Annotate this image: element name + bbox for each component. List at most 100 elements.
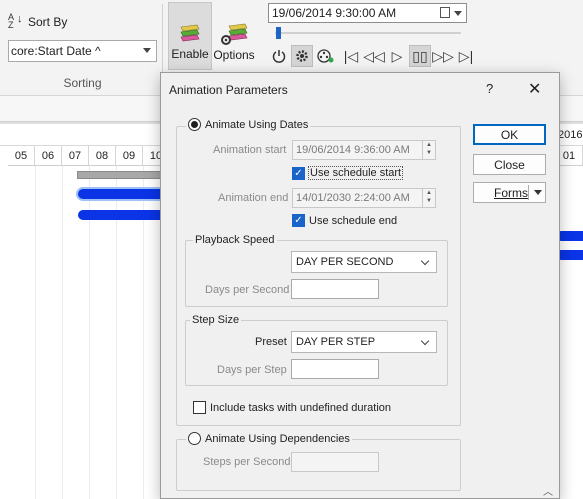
day-header: 09 bbox=[116, 146, 143, 166]
steps-per-second-input bbox=[291, 452, 379, 472]
datetime-value: 19/06/2014 9:30:00 AM bbox=[272, 6, 397, 20]
use-schedule-end-checkbox[interactable]: ✓ bbox=[292, 214, 305, 227]
use-schedule-start-label: Use schedule start bbox=[308, 166, 404, 180]
power-icon bbox=[272, 50, 286, 63]
preset-label: Preset bbox=[255, 336, 287, 348]
pause-icon: ▯▯ bbox=[412, 47, 428, 64]
task-bar[interactable] bbox=[78, 189, 168, 199]
include-undefined-checkbox[interactable] bbox=[193, 401, 206, 414]
use-schedule-start-option[interactable]: ✓ Use schedule start bbox=[292, 166, 404, 180]
task-bar[interactable] bbox=[556, 231, 583, 241]
task-bar[interactable] bbox=[556, 250, 583, 260]
day-header: 07 bbox=[62, 146, 89, 166]
playback-speed-label: Playback Speed bbox=[193, 234, 277, 246]
record-button[interactable] bbox=[314, 45, 336, 67]
go-to-start-button[interactable]: |◁ bbox=[340, 45, 362, 67]
animation-end-label: Animation end bbox=[218, 192, 289, 204]
options-button[interactable]: Options bbox=[212, 2, 256, 70]
rewind-icon: ◁◁ bbox=[363, 47, 385, 64]
spin-arrows-icon: ▲ ▼ bbox=[422, 189, 435, 207]
close-icon[interactable]: ✕ bbox=[528, 79, 541, 99]
sort-field-value: core:Start Date ^ bbox=[11, 44, 101, 58]
animate-dependencies-label: Animate Using Dependencies bbox=[205, 432, 350, 445]
days-per-second-input[interactable] bbox=[291, 279, 379, 299]
animation-start-field: 19/06/2014 9:36:00 AM ▲ ▼ bbox=[292, 140, 436, 160]
day-header: 01 bbox=[556, 146, 583, 166]
fast-forward-icon: ▷▷ bbox=[432, 47, 454, 64]
forms-button[interactable]: Forms bbox=[473, 182, 546, 203]
chevron-down-icon[interactable] bbox=[534, 190, 542, 195]
days-per-second-label: Days per Second bbox=[205, 284, 290, 296]
use-schedule-start-checkbox[interactable]: ✓ bbox=[292, 166, 305, 180]
summary-task-bar[interactable] bbox=[77, 171, 167, 179]
skip-end-icon: ▷| bbox=[458, 47, 474, 64]
sort-field-select[interactable]: core:Start Date ^ bbox=[8, 40, 157, 62]
animate-dates-option[interactable]: Animate Using Dates bbox=[186, 118, 311, 131]
power-button[interactable] bbox=[268, 45, 290, 67]
year-header: 2016 bbox=[558, 129, 583, 141]
forms-label: Forms bbox=[494, 185, 528, 200]
include-undefined-label: Include tasks with undefined duration bbox=[210, 401, 392, 414]
ok-button[interactable]: OK bbox=[473, 124, 546, 145]
task-bar[interactable] bbox=[78, 210, 168, 220]
day-header: 08 bbox=[89, 146, 116, 166]
spin-arrows-icon: ▲ ▼ bbox=[422, 141, 435, 159]
play-icon: ▷ bbox=[391, 47, 403, 64]
close-button[interactable]: Close bbox=[473, 154, 546, 175]
preset-select[interactable]: DAY PER STEP bbox=[291, 331, 437, 353]
day-header: 06 bbox=[35, 146, 62, 166]
settings-button[interactable] bbox=[291, 45, 313, 67]
skip-start-icon: |◁ bbox=[343, 47, 359, 64]
animation-end-field: 14/01/2030 2:24:00 AM ▲ ▼ bbox=[292, 188, 436, 208]
days-per-step-label: Days per Step bbox=[217, 364, 287, 376]
enable-label: Enable bbox=[171, 47, 209, 61]
options-gear-layers-icon bbox=[221, 23, 248, 45]
animate-dates-label: Animate Using Dates bbox=[205, 118, 309, 131]
playback-speed-select[interactable]: DAY PER SECOND bbox=[291, 251, 437, 273]
sorting-group-label: Sorting bbox=[63, 76, 102, 90]
animation-parameters-dialog: Animation Parameters ? ✕ Animate Using D… bbox=[160, 72, 560, 499]
chevron-up-icon[interactable]: ︿ bbox=[543, 483, 553, 498]
steps-per-second-label: Steps per Second bbox=[203, 456, 291, 468]
enable-button[interactable]: Enable bbox=[168, 2, 212, 70]
help-icon[interactable]: ? bbox=[486, 81, 493, 96]
chevron-down-icon bbox=[420, 256, 430, 266]
go-to-end-button[interactable]: ▷| bbox=[455, 45, 477, 67]
chevron-down-icon bbox=[143, 48, 151, 53]
grid-line bbox=[62, 166, 63, 499]
step-size-label: Step Size bbox=[190, 314, 242, 326]
fast-forward-button[interactable]: ▷▷ bbox=[432, 45, 454, 67]
timeline-slider-thumb[interactable] bbox=[276, 27, 281, 39]
grid-line bbox=[35, 166, 36, 499]
preset-value: DAY PER STEP bbox=[296, 336, 376, 348]
animation-start-value: 19/06/2014 9:36:00 AM bbox=[296, 144, 410, 156]
gear-icon bbox=[296, 50, 308, 62]
sort-az-icon: A Z ↓ bbox=[8, 12, 23, 30]
chevron-down-icon bbox=[420, 336, 430, 346]
enable-layers-icon bbox=[180, 24, 200, 42]
split-divider bbox=[528, 185, 529, 200]
days-per-step-input[interactable] bbox=[291, 359, 379, 379]
sort-by-label: Sort By bbox=[28, 15, 68, 29]
animation-datetime-picker[interactable]: 19/06/2014 9:30:00 AM bbox=[268, 3, 467, 23]
sort-by-button[interactable]: A Z ↓ Sort By bbox=[8, 12, 67, 32]
animate-dates-radio[interactable] bbox=[188, 118, 201, 131]
day-header: 05 bbox=[8, 146, 35, 166]
rewind-button[interactable]: ◁◁ bbox=[363, 45, 385, 67]
playback-speed-value: DAY PER SECOND bbox=[296, 256, 394, 268]
use-schedule-end-option[interactable]: ✓ Use schedule end bbox=[292, 214, 397, 227]
include-undefined-option[interactable]: Include tasks with undefined duration bbox=[193, 401, 391, 414]
dialog-title: Animation Parameters bbox=[169, 83, 288, 97]
animation-end-value: 14/01/2030 2:24:00 AM bbox=[296, 192, 410, 204]
options-label: Options bbox=[213, 48, 255, 62]
timeline-slider-track[interactable] bbox=[275, 32, 461, 34]
calendar-icon[interactable] bbox=[440, 7, 450, 18]
animate-dependencies-radio[interactable] bbox=[188, 432, 201, 445]
animate-dependencies-option[interactable]: Animate Using Dependencies bbox=[186, 432, 352, 445]
animation-start-label: Animation start bbox=[213, 144, 287, 156]
film-reel-icon bbox=[317, 49, 334, 63]
chevron-down-icon[interactable] bbox=[454, 11, 462, 16]
use-schedule-end-label: Use schedule end bbox=[309, 214, 398, 227]
play-button[interactable]: ▷ bbox=[386, 45, 408, 67]
pause-button[interactable]: ▯▯ bbox=[409, 45, 431, 67]
